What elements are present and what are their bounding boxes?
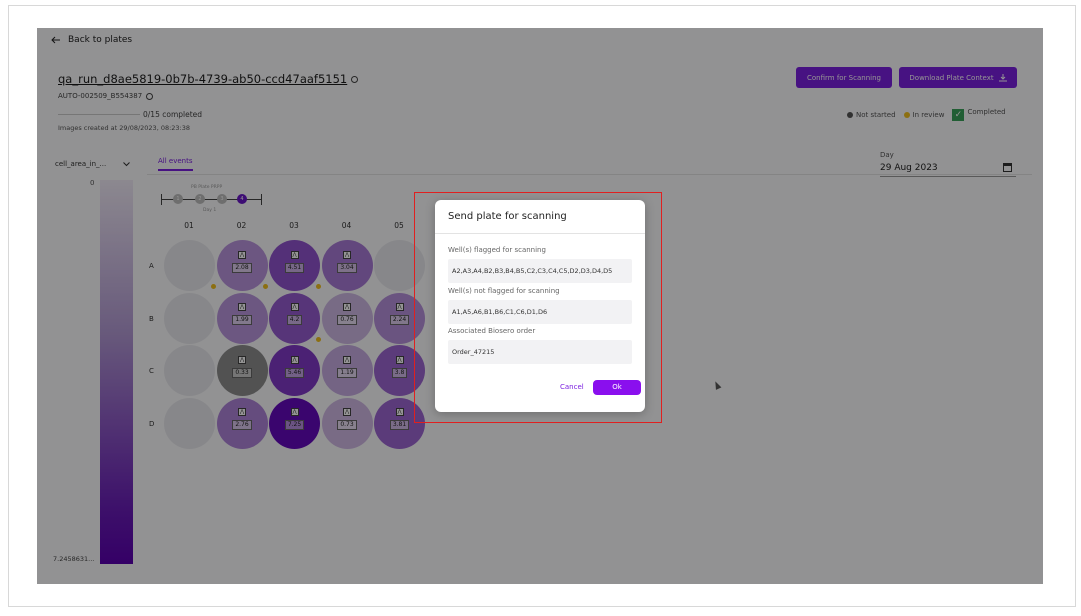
- highlight-box: [414, 192, 662, 423]
